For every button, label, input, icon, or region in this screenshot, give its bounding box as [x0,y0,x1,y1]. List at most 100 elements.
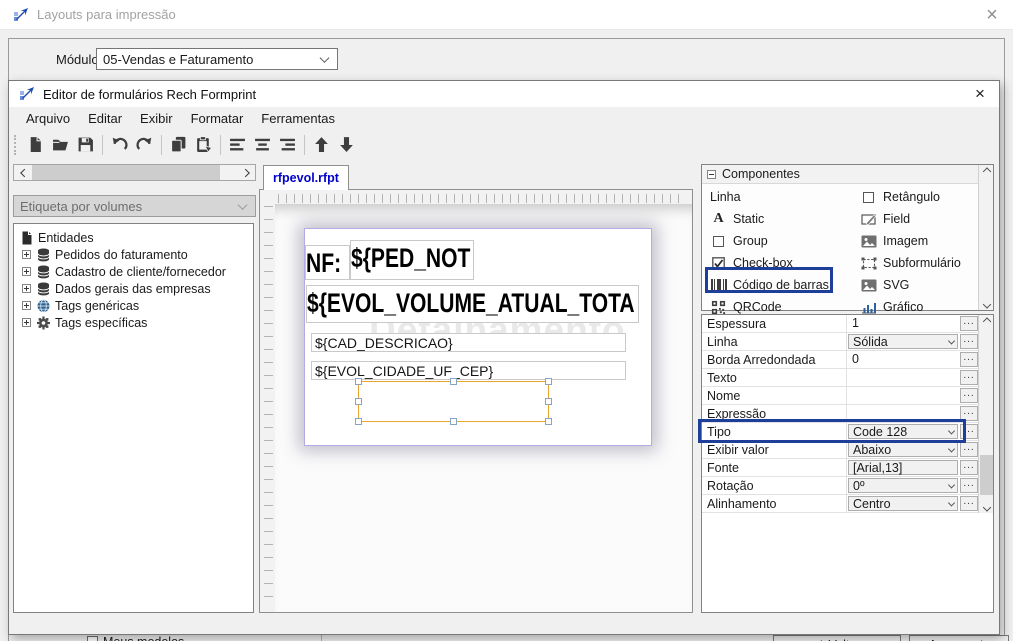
expressao-value[interactable] [847,405,959,422]
expand-plus-icon[interactable] [22,284,31,293]
undo-button[interactable] [107,132,132,157]
toolbar-grip[interactable] [14,135,17,155]
open-button[interactable] [48,132,73,157]
fonte-value[interactable]: [Arial,13] [847,459,959,476]
component-subformulario[interactable]: Subformulário [860,252,978,274]
resize-handle[interactable] [545,418,552,425]
collapse-minus-icon[interactable] [707,170,716,179]
meus-modelos-checkbox[interactable] [87,636,98,641]
linha-more-button[interactable]: ... [959,333,979,350]
texto-more-button[interactable]: ... [959,369,979,386]
tipo-more-button[interactable]: ... [959,423,979,440]
avancar-button[interactable]: Avançar [909,635,1009,641]
resize-handle[interactable] [355,398,362,405]
resize-handle[interactable] [450,378,457,385]
properties-scrollbar[interactable] [978,315,993,513]
borda-more-button[interactable]: ... [959,351,979,368]
expand-plus-icon[interactable] [22,267,31,276]
espessura-more-button[interactable]: ... [959,315,979,332]
align-right-button[interactable] [275,132,300,157]
voltar-button[interactable]: Voltar [773,635,901,641]
save-button[interactable] [73,132,98,157]
menu-editar[interactable]: Editar [79,109,131,128]
component-retangulo[interactable]: Retângulo [860,186,978,208]
component-static[interactable]: AStatic [710,208,860,230]
resize-handle[interactable] [545,398,552,405]
menu-formatar[interactable]: Formatar [182,109,253,128]
tab-rfpevol[interactable]: rfpevol.rfpt [263,165,349,190]
modulo-combobox[interactable]: 05-Vendas e Faturamento [96,48,338,70]
field-evol-volume[interactable]: ${EVOL_VOLUME_ATUAL_TOTA [306,285,639,323]
resize-handle[interactable] [355,378,362,385]
components-scrollbar[interactable] [978,165,993,310]
move-up-button[interactable] [309,132,334,157]
scroll-up-icon[interactable] [979,315,994,330]
redo-button[interactable] [132,132,157,157]
menu-exibir[interactable]: Exibir [131,109,182,128]
tree-item-entidades[interactable]: Entidades [14,229,253,246]
scroll-down-icon[interactable] [979,498,994,513]
static-nf-label[interactable]: NF: [305,245,350,280]
template-selector-combobox[interactable]: Etiqueta por volumes [13,195,256,217]
rotacao-dropdown[interactable]: 0º [847,477,959,494]
scroll-down-icon[interactable] [979,295,994,310]
scrollbar-thumb[interactable] [32,165,220,180]
align-center-button[interactable] [250,132,275,157]
scroll-right-icon[interactable] [238,165,255,180]
property-row-exibir-valor: Exibir valor Abaixo ... [702,441,979,459]
components-header[interactable]: Componentes [702,165,979,184]
texto-value[interactable] [847,369,959,386]
resize-handle[interactable] [450,418,457,425]
tree-item-tags-genericas[interactable]: Tags genéricas [14,297,253,314]
tree-item-cadastro[interactable]: Cadastro de cliente/fornecedor [14,263,253,280]
espessura-value[interactable]: 1 [847,315,959,332]
component-svg[interactable]: SVG [860,274,978,296]
fonte-more-button[interactable]: ... [959,459,979,476]
tree-item-pedidos[interactable]: Pedidos do faturamento [14,246,253,263]
paste-button[interactable] [191,132,216,157]
field-cad-descricao[interactable]: ${CAD_DESCRICAO} [311,333,626,352]
menu-ferramentas[interactable]: Ferramentas [252,109,344,128]
selection-outline[interactable] [358,381,549,422]
subform-icon [860,256,877,271]
tipo-dropdown[interactable]: Code 128 [847,423,959,440]
exibir-valor-more-button[interactable]: ... [959,441,979,458]
borda-value[interactable]: 0 [847,351,959,368]
selected-barcode-element[interactable] [355,378,553,426]
component-imagem[interactable]: Imagem [860,230,978,252]
property-row-tipo: Tipo Code 128 ... [702,423,979,441]
linha-dropdown[interactable]: Sólida [847,333,959,350]
new-file-button[interactable] [23,132,48,157]
nome-value[interactable] [847,387,959,404]
tree-item-dados-gerais[interactable]: Dados gerais das empresas [14,280,253,297]
alinhamento-more-button[interactable]: ... [959,495,979,512]
resize-handle[interactable] [355,418,362,425]
menu-arquivo[interactable]: Arquivo [17,109,79,128]
scroll-left-icon[interactable] [14,165,31,180]
component-group[interactable]: Group [710,230,860,252]
nome-more-button[interactable]: ... [959,387,979,404]
alinhamento-dropdown[interactable]: Centro [847,495,959,512]
component-field[interactable]: Field [860,208,978,230]
exibir-valor-dropdown[interactable]: Abaixo [847,441,959,458]
component-linha[interactable]: Linha [710,186,860,208]
left-horizontal-scrollbar[interactable] [13,164,256,181]
scroll-up-icon[interactable] [979,165,994,180]
form-page[interactable]: Detalhamento NF: ${PED_NOT ${EVOL_VOLUME… [304,228,652,446]
component-codigo-de-barras[interactable]: Código de barras [710,274,860,296]
close-icon[interactable] [971,85,989,103]
tree-item-tags-especificas[interactable]: Tags específicas [14,314,253,331]
align-left-button[interactable] [225,132,250,157]
expressao-more-button[interactable]: ... [959,405,979,422]
component-checkbox[interactable]: Check-box [710,252,860,274]
close-icon[interactable] [983,6,1001,24]
expand-plus-icon[interactable] [22,301,31,310]
move-down-button[interactable] [334,132,359,157]
rotacao-more-button[interactable]: ... [959,477,979,494]
copy-button[interactable] [166,132,191,157]
expand-plus-icon[interactable] [22,250,31,259]
resize-handle[interactable] [545,378,552,385]
scrollbar-thumb[interactable] [980,455,993,495]
field-ped-not[interactable]: ${PED_NOT [350,240,474,280]
expand-plus-icon[interactable] [22,318,31,327]
